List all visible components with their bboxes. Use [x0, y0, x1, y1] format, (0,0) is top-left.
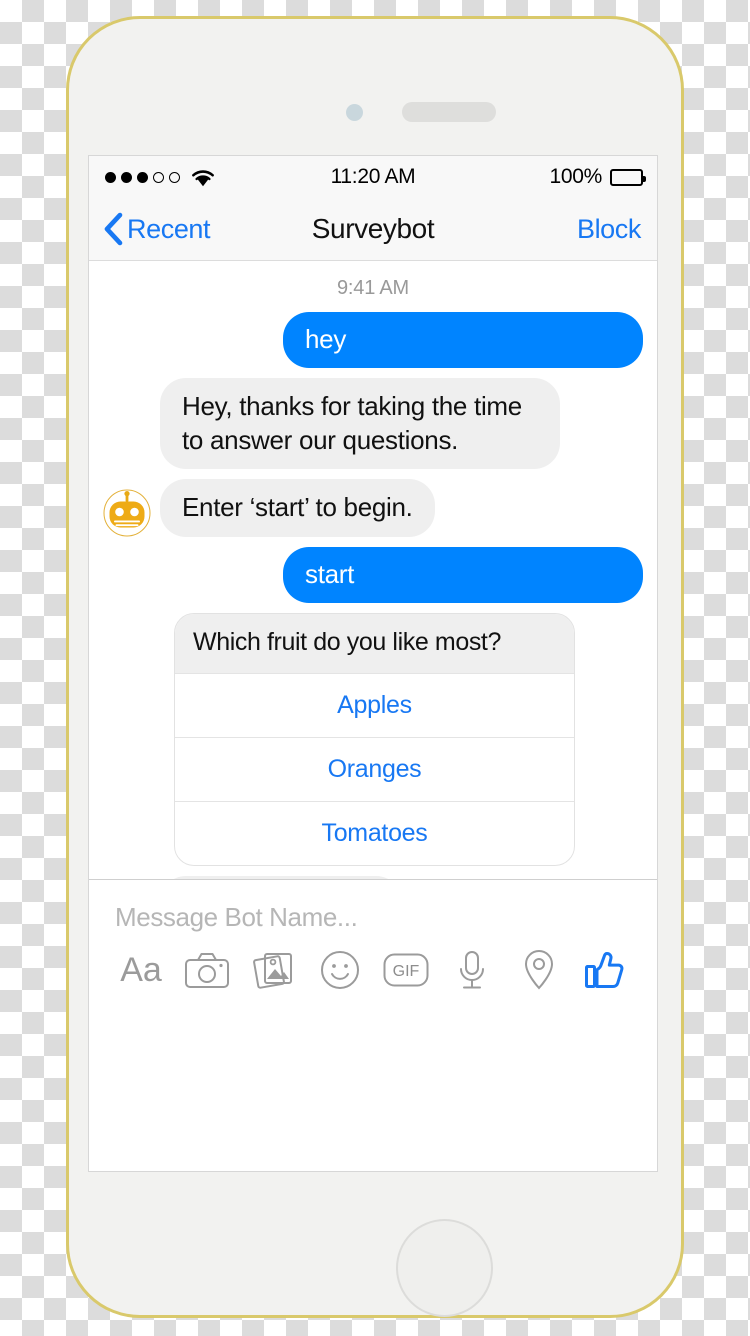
front-camera-icon [346, 104, 363, 121]
microphone-icon[interactable] [444, 945, 500, 995]
status-bar: 11:20 AM 100% [89, 156, 657, 198]
quick-reply-question: Which fruit do you like most? [175, 613, 574, 673]
message-input[interactable]: Message Bot Name... [89, 880, 657, 933]
message-thread[interactable]: 9:41 AM hey Hey, thanks for taking the t… [89, 261, 657, 879]
message-bubble-incoming[interactable]: Enter ‘start’ to begin. [160, 479, 435, 538]
quick-reply-card: Which fruit do you like most? Apples Ora… [174, 612, 575, 866]
gif-icon[interactable]: GIF [378, 945, 434, 995]
block-button[interactable]: Block [577, 214, 641, 245]
earpiece-speaker [402, 102, 496, 122]
quick-reply-option-tomatoes[interactable]: Tomatoes [175, 800, 574, 865]
text-format-icon[interactable]: Aa [113, 945, 169, 995]
message-row-outgoing: start [89, 547, 657, 603]
photo-library-icon[interactable] [246, 945, 302, 995]
battery-percent-label: 100% [549, 165, 602, 188]
home-button[interactable] [396, 1219, 493, 1317]
robot-avatar-icon [103, 489, 151, 537]
emoji-smiley-icon[interactable] [312, 945, 368, 995]
composer-icon-bar: Aa GIF [89, 945, 657, 995]
screenshot-root: 11:20 AM 100% Recent Surveybot Block 9:4… [0, 0, 750, 1336]
quick-reply-option-oranges[interactable]: Oranges [175, 736, 574, 801]
message-bubble-incoming[interactable]: Hey, thanks for taking the time to answe… [160, 377, 560, 470]
phone-screen: 11:20 AM 100% Recent Surveybot Block 9:4… [88, 155, 658, 1172]
battery-full-icon [610, 168, 646, 186]
conversation-title: Surveybot [311, 213, 435, 244]
message-row-incoming: Hey, thanks for taking the time to answe… [89, 377, 657, 470]
message-composer: Message Bot Name... Aa GIF [89, 879, 657, 1003]
quick-reply-option-apples[interactable]: Apples [175, 672, 574, 737]
message-row-incoming: Enter ‘start’ to begin. [89, 479, 657, 538]
message-row-outgoing: hey [89, 312, 657, 368]
quick-reply-card-row: Which fruit do you like most? Apples Ora… [89, 612, 657, 866]
location-pin-icon[interactable] [511, 945, 567, 995]
navigation-bar: Recent Surveybot Block [89, 198, 657, 261]
camera-icon[interactable] [179, 945, 235, 995]
thread-timestamp: 9:41 AM [337, 277, 409, 299]
message-bubble-outgoing[interactable]: start [283, 547, 643, 603]
thumbs-up-icon[interactable] [577, 945, 633, 995]
svg-text:GIF: GIF [393, 963, 420, 980]
status-bar-right: 100% [549, 165, 646, 189]
message-bubble-outgoing[interactable]: hey [283, 312, 643, 368]
avatar [103, 489, 151, 537]
